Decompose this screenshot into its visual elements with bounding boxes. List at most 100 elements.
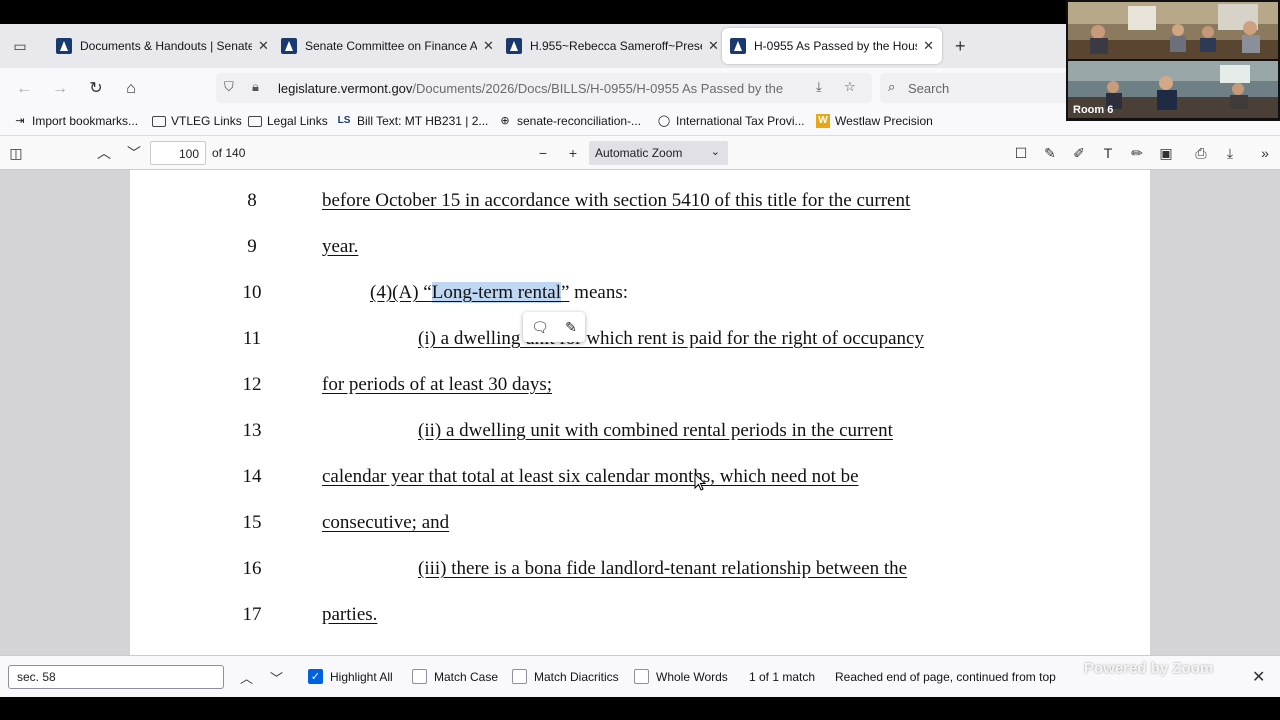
url-text[interactable]: legislature.vermont.gov/Documents/2026/D… (278, 81, 806, 96)
find-status: Reached end of page, continued from top (835, 670, 1056, 684)
sidebar-toggle-icon[interactable]: ◫ (6, 144, 26, 162)
document-line-text[interactable]: before October 15 in accordance with sec… (322, 190, 910, 212)
tab-h0955-as-passed[interactable]: H-0955 As Passed by the House ✕ (722, 28, 942, 64)
back-arrow-icon[interactable]: ← (13, 78, 35, 100)
lock-icon[interactable]: 🔒︎ (252, 79, 259, 95)
document-line-text[interactable]: (iii) there is a bona fide landlord-tena… (418, 558, 907, 580)
highlight-all-checkbox[interactable]: ✓ Highlight All (308, 669, 393, 684)
find-next-icon[interactable]: ﹀ (270, 668, 283, 687)
pdf-page[interactable]: 8 before October 15 in accordance with se… (130, 170, 1150, 655)
vt-legislature-favicon-icon (730, 38, 746, 54)
close-tab-icon[interactable]: ✕ (708, 38, 719, 54)
find-match-count: 1 of 1 match (749, 670, 816, 684)
text-segment: parties. (322, 604, 378, 625)
document-line-text[interactable]: year. (322, 236, 358, 258)
checkbox-box (634, 669, 649, 684)
close-find-bar-icon[interactable]: ✕ (1252, 667, 1265, 687)
bookmark-vtleg-links[interactable]: VTLEG Links (152, 114, 242, 128)
page-number-input[interactable]: 100 (150, 141, 206, 165)
highlight-selection-icon[interactable]: ✎ (565, 319, 577, 336)
zoom-out-icon[interactable]: − (533, 144, 553, 162)
document-line-text[interactable]: (i) a dwelling unit for which rent is pa… (418, 328, 924, 350)
bookmark-star-icon[interactable]: ☆ (844, 79, 856, 95)
room-label: Room 6 (1073, 104, 1114, 116)
video-gallery: Room 6 (1066, 0, 1280, 121)
line-number: 10 (242, 282, 262, 303)
line-number: 9 (247, 236, 257, 257)
westlaw-icon: W (816, 114, 830, 128)
url-bar[interactable]: ⛉ 🔒︎ legislature.vermont.gov/Documents/2… (216, 73, 872, 103)
line-number: 17 (242, 604, 262, 625)
bookmark-label: International Tax Provi... (676, 114, 805, 128)
import-icon: ⇥ (15, 115, 25, 127)
search-input[interactable] (908, 79, 1058, 97)
pdf-viewer[interactable]: 8 before October 15 in accordance with se… (0, 170, 1280, 655)
previous-page-icon[interactable]: ︿ (94, 144, 114, 162)
add-image-icon[interactable]: ▣ (1156, 144, 1176, 162)
zoom-value: Automatic Zoom (595, 146, 683, 160)
bookmark-senate-reconciliation[interactable]: ⊕ senate-reconciliation-... (498, 114, 641, 128)
home-icon[interactable]: ⌂ (120, 78, 142, 100)
zoom-watermark: Powered by Zoom (1084, 660, 1214, 677)
vt-legislature-favicon-icon (506, 38, 522, 54)
tab-h955-presentation[interactable]: H.955~Rebecca Sameroff~Presentation ✕ (498, 28, 727, 64)
bookmark-international-tax[interactable]: ◯ International Tax Provi... (657, 114, 805, 128)
close-tab-icon[interactable]: ✕ (483, 38, 494, 54)
checkbox-box (512, 669, 527, 684)
close-tab-icon[interactable]: ✕ (258, 38, 269, 54)
text-segment: for periods of at least 30 days; (322, 374, 553, 395)
zoom-in-icon[interactable]: + (563, 144, 583, 162)
document-line-text[interactable]: (4)(A) “Long-term rental” means: (370, 282, 628, 304)
bookmark-label: VTLEG Links (171, 114, 242, 128)
add-comment-icon[interactable]: 🗨︎ (531, 319, 549, 336)
forward-arrow-icon[interactable]: → (49, 78, 71, 100)
find-input[interactable]: sec. 58 (8, 665, 224, 689)
tab-documents-handouts[interactable]: Documents & Handouts | Senate ✕ (48, 28, 277, 64)
video-tile-committee[interactable] (1068, 2, 1278, 59)
text-segment: (ii) a dwelling unit with combined renta… (418, 420, 893, 441)
checkbox-box (412, 669, 427, 684)
new-tab-icon[interactable]: + (955, 36, 966, 56)
whole-words-checkbox[interactable]: Whole Words (634, 669, 728, 684)
tab-senate-finance-agenda[interactable]: Senate Committee on Finance Agenda ✕ (273, 28, 502, 64)
globe-icon: ⊕ (500, 115, 510, 127)
bookmark-import[interactable]: ⇥ Import bookmarks... (13, 114, 138, 128)
search-icon: ⌕ (888, 79, 896, 94)
tab-list-icon[interactable]: ▭ (10, 36, 30, 56)
bookmark-legal-links[interactable]: Legal Links (248, 114, 328, 128)
find-previous-icon[interactable]: ︿ (240, 668, 253, 687)
shield-icon[interactable]: ⛉ (224, 79, 234, 95)
bookmark-label: senate-reconciliation-... (517, 114, 642, 128)
reload-icon[interactable]: ↻ (85, 78, 107, 100)
draw-icon[interactable]: ✏ (1127, 144, 1147, 162)
match-diacritics-checkbox[interactable]: Match Diacritics (512, 669, 619, 684)
save-to-pocket-icon[interactable]: ⤓ (816, 79, 822, 95)
document-line-text[interactable]: consecutive; and (322, 512, 449, 534)
more-tools-icon[interactable]: » (1255, 144, 1275, 162)
ls-icon: LS (337, 115, 351, 126)
find-bar: sec. 58 ︿ ﹀ ✓ Highlight All Match Case M… (0, 655, 1280, 697)
highlight-icon[interactable]: ✐ (1069, 144, 1089, 162)
document-line-text[interactable]: (ii) a dwelling unit with combined renta… (418, 420, 893, 442)
text-segment: before October 15 in accordance with sec… (322, 190, 911, 211)
checkbox-label: Match Diacritics (534, 669, 619, 684)
save-download-icon[interactable]: ⤓ (1220, 144, 1240, 162)
edit-pdf-icon[interactable]: ✎ (1040, 144, 1060, 162)
video-tile-room-6[interactable]: Room 6 (1068, 61, 1278, 118)
comment-icon[interactable]: ☐ (1011, 144, 1031, 162)
document-line-text[interactable]: calendar year that total at least six ca… (322, 466, 859, 488)
zoom-select[interactable]: Automatic Zoom ⌄ (589, 141, 728, 165)
match-case-checkbox[interactable]: Match Case (412, 669, 498, 684)
bookmark-bill-text-mt-hb231[interactable]: LS Bill Text: MT HB231 | 2... (336, 114, 489, 128)
bookmark-westlaw-precision[interactable]: W Westlaw Precision (816, 114, 933, 128)
vt-legislature-favicon-icon (281, 38, 297, 54)
search-bar[interactable]: ⌕ (880, 73, 1070, 103)
text-tool-icon[interactable]: T (1098, 144, 1118, 162)
close-tab-icon[interactable]: ✕ (923, 38, 934, 54)
document-line-text[interactable]: parties. (322, 604, 377, 626)
tab-title: H-0955 As Passed by the House (754, 39, 918, 53)
line-number: 8 (247, 190, 257, 211)
document-line-text[interactable]: for periods of at least 30 days; (322, 374, 552, 396)
print-icon[interactable]: ⎙ (1191, 144, 1211, 162)
next-page-icon[interactable]: ﹀ (124, 144, 144, 162)
